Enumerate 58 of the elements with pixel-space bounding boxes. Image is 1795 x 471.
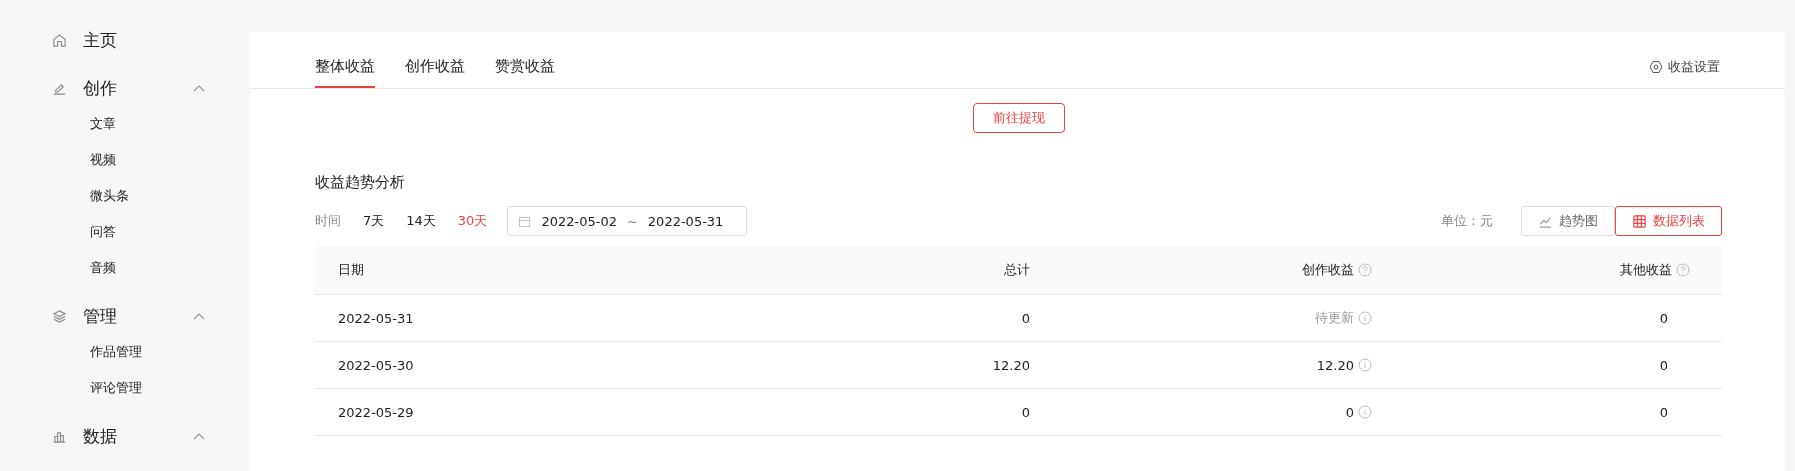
table-cell: 待更新 [1315,309,1354,327]
table-cell: 2022-05-29 [338,404,414,420]
period-option[interactable]: 14天 [406,212,436,230]
sidebar-subitem[interactable]: 文章 [0,106,250,142]
table-cell: 0 [1021,404,1030,420]
table-cell: 0 [1659,310,1668,326]
period-option[interactable]: 7天 [363,212,385,230]
layers-icon [52,308,67,324]
chevron-icon[interactable] [193,312,205,320]
sidebar-subitem[interactable]: 作品管理 [0,334,250,370]
column-header: 其他收益 [1620,261,1672,279]
time-label: 时间 [315,212,341,230]
table-cell: 0 [1659,357,1668,373]
end-date: 2022-05-31 [647,213,724,229]
withdraw-button[interactable]: 前往提现 [972,103,1065,133]
tab[interactable]: 赞赏收益 [495,57,555,88]
info-icon [1358,358,1372,372]
view-toggle[interactable]: 趋势图 [1521,206,1615,236]
period-option[interactable]: 30天 [457,212,488,230]
sidebar-item[interactable]: 管理 [0,298,250,334]
column-header: 创作收益 [1302,261,1354,279]
view-toggle[interactable]: 数据列表 [1615,206,1722,236]
date-range-field[interactable]: 2022-05-02 ~ 2022-05-31 [507,206,748,236]
sidebar-item[interactable]: 数据 [0,418,250,454]
start-date: 2022-05-02 [541,213,617,229]
table-cell: 0 [1021,310,1030,326]
sidebar-subitem[interactable]: 音频 [0,250,250,286]
sidebar-item[interactable]: 创作 [0,70,250,106]
sidebar-item[interactable]: 主页 [0,22,250,58]
table-cell: 2022-05-30 [338,357,414,373]
help-icon [1676,263,1690,277]
column-header: 总计 [1004,261,1030,279]
table-cell: 12.20 [1316,357,1354,373]
sidebar-subitem[interactable]: 评论管理 [0,370,250,406]
unit-label: 单位：元 [1441,212,1493,230]
settings-link[interactable]: 收益设置 [1649,58,1720,88]
table-cell: 0 [1345,404,1354,420]
chevron-icon[interactable] [193,84,205,92]
tab[interactable]: 整体收益 [315,57,375,88]
help-icon [1358,263,1372,277]
sidebar-subitem[interactable]: 视频 [0,142,250,178]
table-cell: 0 [1659,404,1668,420]
range-separator: ~ [626,213,638,229]
table-icon [1632,213,1647,229]
home-icon [52,32,67,48]
info-icon [1358,405,1372,419]
tab[interactable]: 创作收益 [405,57,465,88]
table-cell: 2022-05-31 [338,310,414,326]
settings-icon [1649,60,1663,74]
settings-label: 收益设置 [1668,58,1720,76]
sidebar-subitem[interactable]: 微头条 [0,178,250,214]
section-title: 收益趋势分析 [315,173,406,192]
chevron-icon[interactable] [193,432,205,440]
info-icon [1358,311,1372,325]
sidebar-subitem[interactable]: 问答 [0,214,250,250]
calendar-icon [518,214,532,228]
column-header: 日期 [338,261,364,279]
table-cell: 12.20 [992,357,1030,373]
